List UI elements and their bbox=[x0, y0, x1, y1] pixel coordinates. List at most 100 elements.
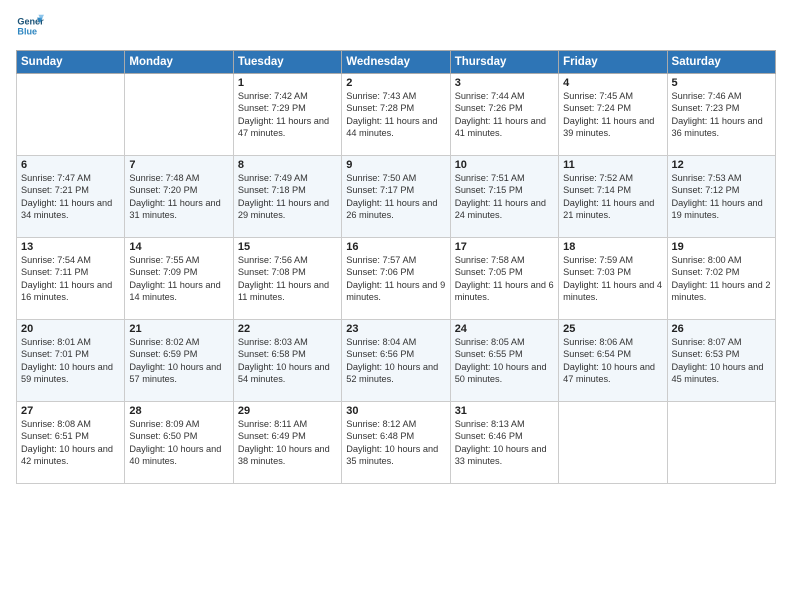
day-number: 19 bbox=[672, 241, 771, 253]
cell-content: Sunrise: 8:12 AMSunset: 6:48 PMDaylight:… bbox=[346, 418, 445, 468]
day-number: 4 bbox=[563, 77, 662, 89]
day-number: 1 bbox=[238, 77, 337, 89]
cell-content: Sunrise: 7:51 AMSunset: 7:15 PMDaylight:… bbox=[455, 172, 554, 222]
week-row-5: 27Sunrise: 8:08 AMSunset: 6:51 PMDayligh… bbox=[17, 402, 776, 484]
header-thursday: Thursday bbox=[450, 51, 558, 74]
day-number: 26 bbox=[672, 323, 771, 335]
cell-content: Sunrise: 8:08 AMSunset: 6:51 PMDaylight:… bbox=[21, 418, 120, 468]
day-number: 12 bbox=[672, 159, 771, 171]
day-number: 18 bbox=[563, 241, 662, 253]
cell-content: Sunrise: 7:43 AMSunset: 7:28 PMDaylight:… bbox=[346, 90, 445, 140]
cell-content: Sunrise: 8:02 AMSunset: 6:59 PMDaylight:… bbox=[129, 336, 228, 386]
calendar-cell: 3Sunrise: 7:44 AMSunset: 7:26 PMDaylight… bbox=[450, 74, 558, 156]
day-number: 25 bbox=[563, 323, 662, 335]
header-tuesday: Tuesday bbox=[233, 51, 341, 74]
day-number: 15 bbox=[238, 241, 337, 253]
cell-content: Sunrise: 7:59 AMSunset: 7:03 PMDaylight:… bbox=[563, 254, 662, 304]
day-number: 5 bbox=[672, 77, 771, 89]
day-number: 11 bbox=[563, 159, 662, 171]
cell-content: Sunrise: 8:06 AMSunset: 6:54 PMDaylight:… bbox=[563, 336, 662, 386]
calendar-cell: 10Sunrise: 7:51 AMSunset: 7:15 PMDayligh… bbox=[450, 156, 558, 238]
logo: General Blue bbox=[16, 12, 44, 40]
calendar-cell bbox=[125, 74, 233, 156]
header-monday: Monday bbox=[125, 51, 233, 74]
calendar-cell: 22Sunrise: 8:03 AMSunset: 6:58 PMDayligh… bbox=[233, 320, 341, 402]
day-number: 23 bbox=[346, 323, 445, 335]
calendar-cell: 25Sunrise: 8:06 AMSunset: 6:54 PMDayligh… bbox=[559, 320, 667, 402]
cell-content: Sunrise: 7:54 AMSunset: 7:11 PMDaylight:… bbox=[21, 254, 120, 304]
header-sunday: Sunday bbox=[17, 51, 125, 74]
calendar-cell: 29Sunrise: 8:11 AMSunset: 6:49 PMDayligh… bbox=[233, 402, 341, 484]
calendar-cell: 27Sunrise: 8:08 AMSunset: 6:51 PMDayligh… bbox=[17, 402, 125, 484]
week-row-4: 20Sunrise: 8:01 AMSunset: 7:01 PMDayligh… bbox=[17, 320, 776, 402]
logo-icon: General Blue bbox=[16, 12, 44, 40]
calendar-cell: 17Sunrise: 7:58 AMSunset: 7:05 PMDayligh… bbox=[450, 238, 558, 320]
cell-content: Sunrise: 8:04 AMSunset: 6:56 PMDaylight:… bbox=[346, 336, 445, 386]
cell-content: Sunrise: 7:58 AMSunset: 7:05 PMDaylight:… bbox=[455, 254, 554, 304]
day-number: 8 bbox=[238, 159, 337, 171]
cell-content: Sunrise: 7:47 AMSunset: 7:21 PMDaylight:… bbox=[21, 172, 120, 222]
cell-content: Sunrise: 8:13 AMSunset: 6:46 PMDaylight:… bbox=[455, 418, 554, 468]
day-number: 10 bbox=[455, 159, 554, 171]
calendar-cell: 9Sunrise: 7:50 AMSunset: 7:17 PMDaylight… bbox=[342, 156, 450, 238]
calendar-cell: 23Sunrise: 8:04 AMSunset: 6:56 PMDayligh… bbox=[342, 320, 450, 402]
cell-content: Sunrise: 7:46 AMSunset: 7:23 PMDaylight:… bbox=[672, 90, 771, 140]
cell-content: Sunrise: 7:49 AMSunset: 7:18 PMDaylight:… bbox=[238, 172, 337, 222]
day-number: 21 bbox=[129, 323, 228, 335]
calendar-table: SundayMondayTuesdayWednesdayThursdayFrid… bbox=[16, 50, 776, 484]
day-number: 14 bbox=[129, 241, 228, 253]
calendar-cell: 28Sunrise: 8:09 AMSunset: 6:50 PMDayligh… bbox=[125, 402, 233, 484]
cell-content: Sunrise: 8:05 AMSunset: 6:55 PMDaylight:… bbox=[455, 336, 554, 386]
calendar-cell: 2Sunrise: 7:43 AMSunset: 7:28 PMDaylight… bbox=[342, 74, 450, 156]
calendar-cell: 1Sunrise: 7:42 AMSunset: 7:29 PMDaylight… bbox=[233, 74, 341, 156]
cell-content: Sunrise: 7:53 AMSunset: 7:12 PMDaylight:… bbox=[672, 172, 771, 222]
calendar-cell: 16Sunrise: 7:57 AMSunset: 7:06 PMDayligh… bbox=[342, 238, 450, 320]
week-row-1: 1Sunrise: 7:42 AMSunset: 7:29 PMDaylight… bbox=[17, 74, 776, 156]
calendar-cell: 18Sunrise: 7:59 AMSunset: 7:03 PMDayligh… bbox=[559, 238, 667, 320]
calendar-cell: 19Sunrise: 8:00 AMSunset: 7:02 PMDayligh… bbox=[667, 238, 775, 320]
cell-content: Sunrise: 7:44 AMSunset: 7:26 PMDaylight:… bbox=[455, 90, 554, 140]
cell-content: Sunrise: 8:01 AMSunset: 7:01 PMDaylight:… bbox=[21, 336, 120, 386]
calendar-cell bbox=[559, 402, 667, 484]
calendar-cell: 26Sunrise: 8:07 AMSunset: 6:53 PMDayligh… bbox=[667, 320, 775, 402]
day-number: 22 bbox=[238, 323, 337, 335]
calendar-cell: 6Sunrise: 7:47 AMSunset: 7:21 PMDaylight… bbox=[17, 156, 125, 238]
header-wednesday: Wednesday bbox=[342, 51, 450, 74]
day-number: 29 bbox=[238, 405, 337, 417]
day-number: 27 bbox=[21, 405, 120, 417]
cell-content: Sunrise: 7:55 AMSunset: 7:09 PMDaylight:… bbox=[129, 254, 228, 304]
cell-content: Sunrise: 7:45 AMSunset: 7:24 PMDaylight:… bbox=[563, 90, 662, 140]
week-row-2: 6Sunrise: 7:47 AMSunset: 7:21 PMDaylight… bbox=[17, 156, 776, 238]
cell-content: Sunrise: 8:00 AMSunset: 7:02 PMDaylight:… bbox=[672, 254, 771, 304]
day-number: 16 bbox=[346, 241, 445, 253]
day-number: 24 bbox=[455, 323, 554, 335]
day-number: 20 bbox=[21, 323, 120, 335]
calendar-cell: 15Sunrise: 7:56 AMSunset: 7:08 PMDayligh… bbox=[233, 238, 341, 320]
calendar-cell: 8Sunrise: 7:49 AMSunset: 7:18 PMDaylight… bbox=[233, 156, 341, 238]
calendar-cell bbox=[17, 74, 125, 156]
svg-text:Blue: Blue bbox=[17, 26, 37, 36]
day-number: 28 bbox=[129, 405, 228, 417]
calendar-cell: 12Sunrise: 7:53 AMSunset: 7:12 PMDayligh… bbox=[667, 156, 775, 238]
day-number: 3 bbox=[455, 77, 554, 89]
day-number: 9 bbox=[346, 159, 445, 171]
day-number: 30 bbox=[346, 405, 445, 417]
day-number: 7 bbox=[129, 159, 228, 171]
calendar-cell: 14Sunrise: 7:55 AMSunset: 7:09 PMDayligh… bbox=[125, 238, 233, 320]
cell-content: Sunrise: 8:09 AMSunset: 6:50 PMDaylight:… bbox=[129, 418, 228, 468]
day-number: 17 bbox=[455, 241, 554, 253]
cell-content: Sunrise: 8:03 AMSunset: 6:58 PMDaylight:… bbox=[238, 336, 337, 386]
header: General Blue bbox=[16, 12, 776, 40]
cell-content: Sunrise: 7:50 AMSunset: 7:17 PMDaylight:… bbox=[346, 172, 445, 222]
cell-content: Sunrise: 7:56 AMSunset: 7:08 PMDaylight:… bbox=[238, 254, 337, 304]
cell-content: Sunrise: 7:48 AMSunset: 7:20 PMDaylight:… bbox=[129, 172, 228, 222]
header-row: SundayMondayTuesdayWednesdayThursdayFrid… bbox=[17, 51, 776, 74]
calendar-cell: 11Sunrise: 7:52 AMSunset: 7:14 PMDayligh… bbox=[559, 156, 667, 238]
calendar-cell: 13Sunrise: 7:54 AMSunset: 7:11 PMDayligh… bbox=[17, 238, 125, 320]
cell-content: Sunrise: 8:07 AMSunset: 6:53 PMDaylight:… bbox=[672, 336, 771, 386]
calendar-cell: 5Sunrise: 7:46 AMSunset: 7:23 PMDaylight… bbox=[667, 74, 775, 156]
day-number: 13 bbox=[21, 241, 120, 253]
calendar-cell: 30Sunrise: 8:12 AMSunset: 6:48 PMDayligh… bbox=[342, 402, 450, 484]
calendar-cell: 4Sunrise: 7:45 AMSunset: 7:24 PMDaylight… bbox=[559, 74, 667, 156]
day-number: 6 bbox=[21, 159, 120, 171]
